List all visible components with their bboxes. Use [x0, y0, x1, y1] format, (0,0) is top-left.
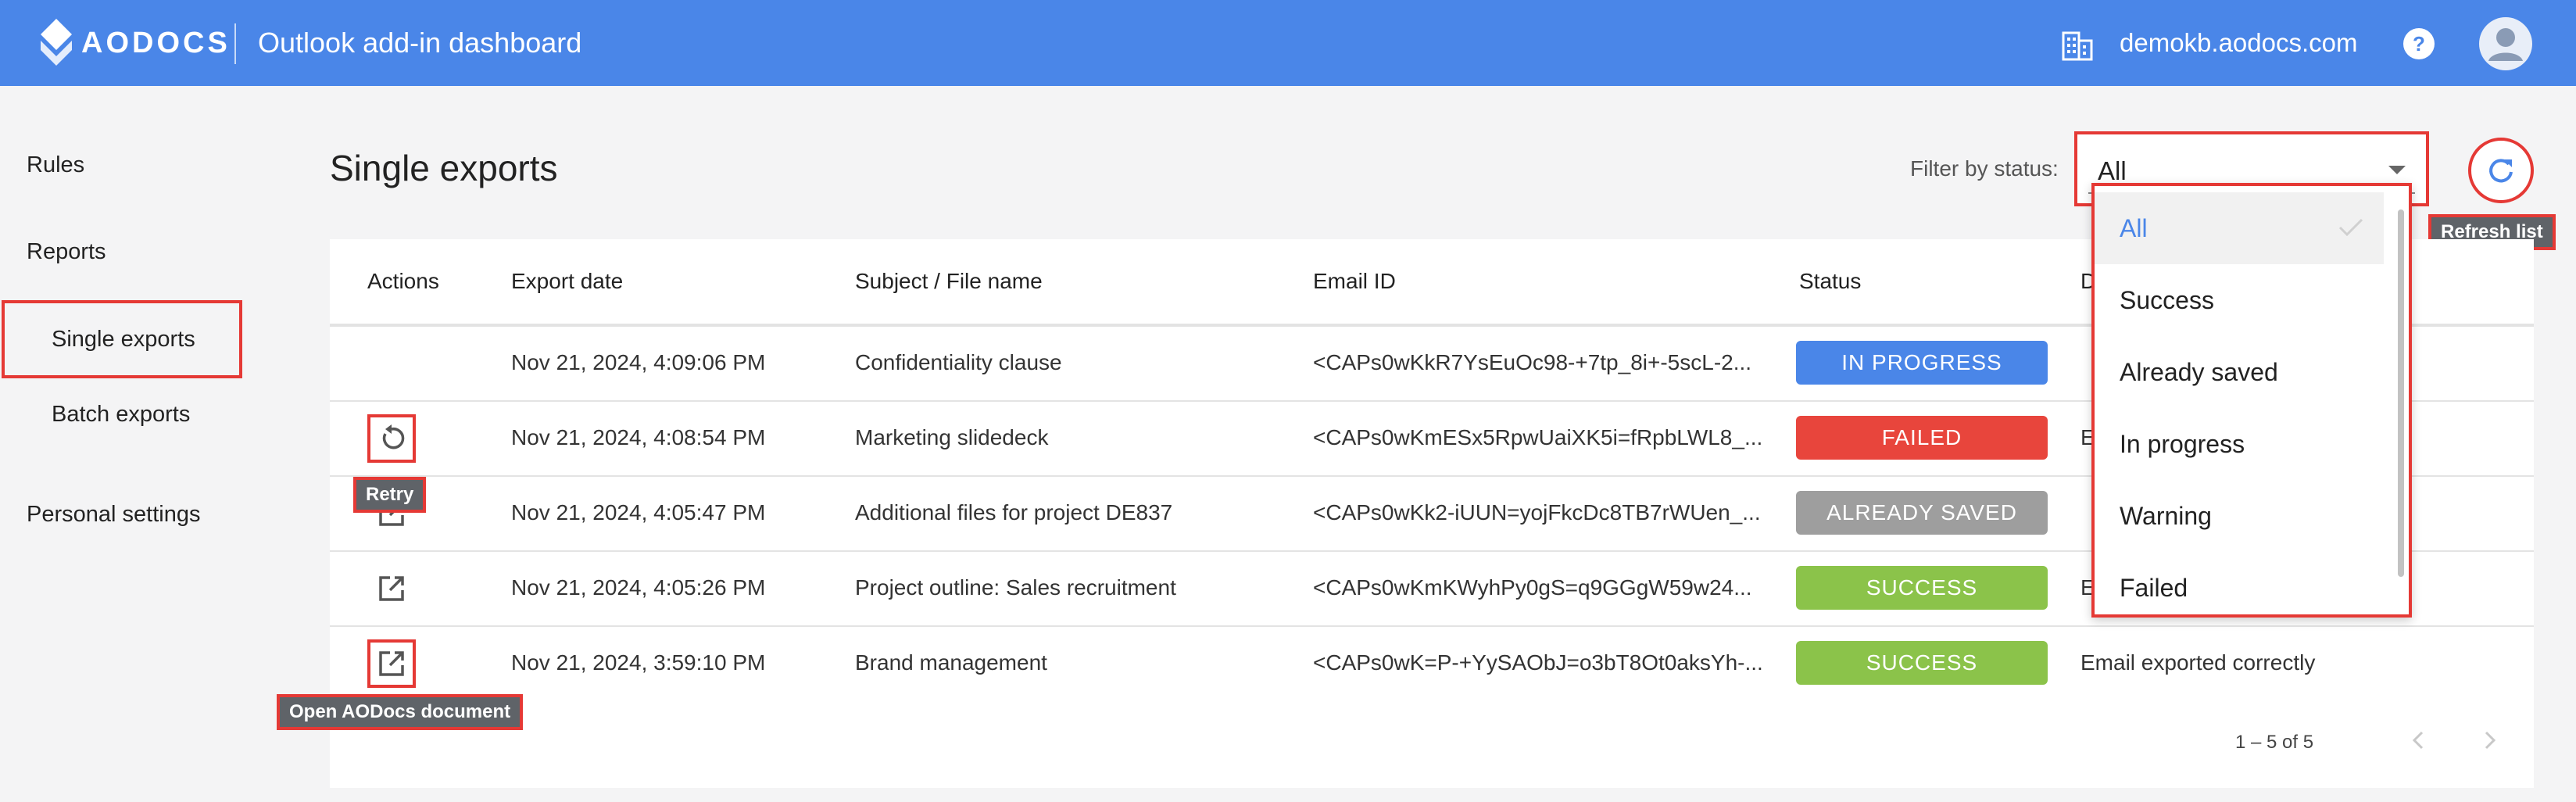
- option-label: Success: [2120, 286, 2214, 314]
- status-badge: SUCCESS: [1796, 641, 2048, 685]
- subject: Confidentiality clause: [855, 350, 1062, 374]
- subject: Project outline: Sales recruitment: [855, 575, 1176, 600]
- option-label: Warning: [2120, 502, 2212, 530]
- app-bar: AODOCS Outlook add-in dashboard demokb.a…: [0, 0, 2576, 86]
- option-label: Failed: [2120, 574, 2188, 602]
- refresh-button[interactable]: [2468, 138, 2534, 203]
- menu-scrollbar[interactable]: [2398, 209, 2404, 577]
- header-divider: [234, 23, 236, 64]
- sidebar-item-rules[interactable]: Rules: [27, 152, 84, 178]
- details: Email exported correctly: [2080, 650, 2316, 675]
- status-option-failed[interactable]: Failed: [2095, 552, 2384, 614]
- status-filter-value: All: [2098, 156, 2127, 185]
- aodocs-logo-icon[interactable]: [38, 19, 75, 72]
- email-id: <CAPs0wK=P-+YySAObJ=o3bT8Ot0aksYh-...: [1313, 650, 1763, 675]
- export-date: Nov 21, 2024, 4:05:26 PM: [511, 575, 766, 600]
- subject: Additional files for project DE837: [855, 500, 1173, 525]
- domain-name[interactable]: demokb.aodocs.com: [2120, 28, 2358, 58]
- column-header-actions: Actions: [367, 269, 439, 293]
- option-label: All: [2120, 214, 2148, 242]
- export-date: Nov 21, 2024, 4:09:06 PM: [511, 350, 766, 374]
- status-filter-menu: All Success Already saved In progress Wa…: [2091, 183, 2412, 618]
- sidebar-item-reports[interactable]: Reports: [27, 239, 106, 265]
- refresh-icon: [2489, 159, 2513, 183]
- status-option-warning[interactable]: Warning: [2095, 480, 2384, 552]
- export-date: Nov 21, 2024, 3:59:10 PM: [511, 650, 766, 675]
- open-in-new-icon: [379, 651, 404, 676]
- building-icon: [2062, 31, 2093, 61]
- sidebar-item-personal-settings[interactable]: Personal settings: [27, 502, 200, 528]
- help-icon[interactable]: ?: [2402, 27, 2436, 61]
- email-id: <CAPs0wKkR7YsEuOc98-+7tp_8i+-5scL-2...: [1313, 350, 1752, 374]
- status-badge: FAILED: [1796, 416, 2048, 460]
- app-title: Outlook add-in dashboard: [258, 27, 582, 59]
- email-id: <CAPs0wKk2-iUUN=yojFkcDc8TB7rWUen_...: [1313, 500, 1761, 525]
- status-option-in-progress[interactable]: In progress: [2095, 408, 2384, 480]
- chevron-down-icon: [2388, 166, 2406, 174]
- check-icon: [2338, 218, 2363, 237]
- svg-text:?: ?: [2413, 32, 2425, 55]
- sidebar-item-batch-exports[interactable]: Batch exports: [52, 402, 190, 428]
- subject: Brand management: [855, 650, 1047, 675]
- column-header-export-date[interactable]: Export date: [511, 269, 623, 294]
- filter-label: Filter by status:: [1910, 156, 2059, 181]
- open-document-tooltip: Open AODocs document: [277, 694, 524, 730]
- status-option-already-saved[interactable]: Already saved: [2095, 336, 2384, 408]
- chevron-right-icon[interactable]: [2478, 729, 2501, 752]
- table-row[interactable]: Nov 21, 2024, 3:59:10 PM Brand managemen…: [330, 625, 2534, 700]
- retry-tooltip: Retry: [353, 477, 427, 513]
- status-badge: SUCCESS: [1796, 566, 2048, 610]
- option-label: Already saved: [2120, 358, 2278, 386]
- option-label: In progress: [2120, 430, 2245, 458]
- export-date: Nov 21, 2024, 4:08:54 PM: [511, 425, 766, 449]
- export-date: Nov 21, 2024, 4:05:47 PM: [511, 500, 766, 525]
- account-circle-icon[interactable]: [2479, 17, 2532, 70]
- column-header-subject[interactable]: Subject / File name: [855, 269, 1043, 294]
- brand-name: AODOCS: [81, 27, 231, 59]
- open-document-button[interactable]: [367, 639, 416, 688]
- status-badge: IN PROGRESS: [1796, 341, 2048, 385]
- status-option-all[interactable]: All: [2095, 192, 2384, 264]
- open-in-new-icon: [379, 576, 404, 601]
- email-id: <CAPs0wKmESx5RpwUaiXK5i=fRpbLWL8_...: [1313, 425, 1763, 449]
- column-header-status[interactable]: Status: [1799, 269, 1861, 294]
- chevron-left-icon[interactable]: [2407, 729, 2431, 752]
- page-title: Single exports: [330, 148, 558, 188]
- subject: Marketing slidedeck: [855, 425, 1049, 449]
- open-document-button[interactable]: [367, 564, 416, 613]
- pagination-range: 1 – 5 of 5: [2235, 732, 2314, 753]
- sidebar-item-single-exports[interactable]: Single exports: [52, 327, 195, 353]
- status-option-success[interactable]: Success: [2095, 264, 2384, 336]
- email-id: <CAPs0wKmKWyhPy0gS=q9GGgW59w24...: [1313, 575, 1752, 600]
- column-header-email-id[interactable]: Email ID: [1313, 269, 1396, 294]
- retry-button[interactable]: [367, 414, 416, 463]
- status-badge: ALREADY SAVED: [1796, 491, 2048, 535]
- retry-icon: [382, 424, 405, 449]
